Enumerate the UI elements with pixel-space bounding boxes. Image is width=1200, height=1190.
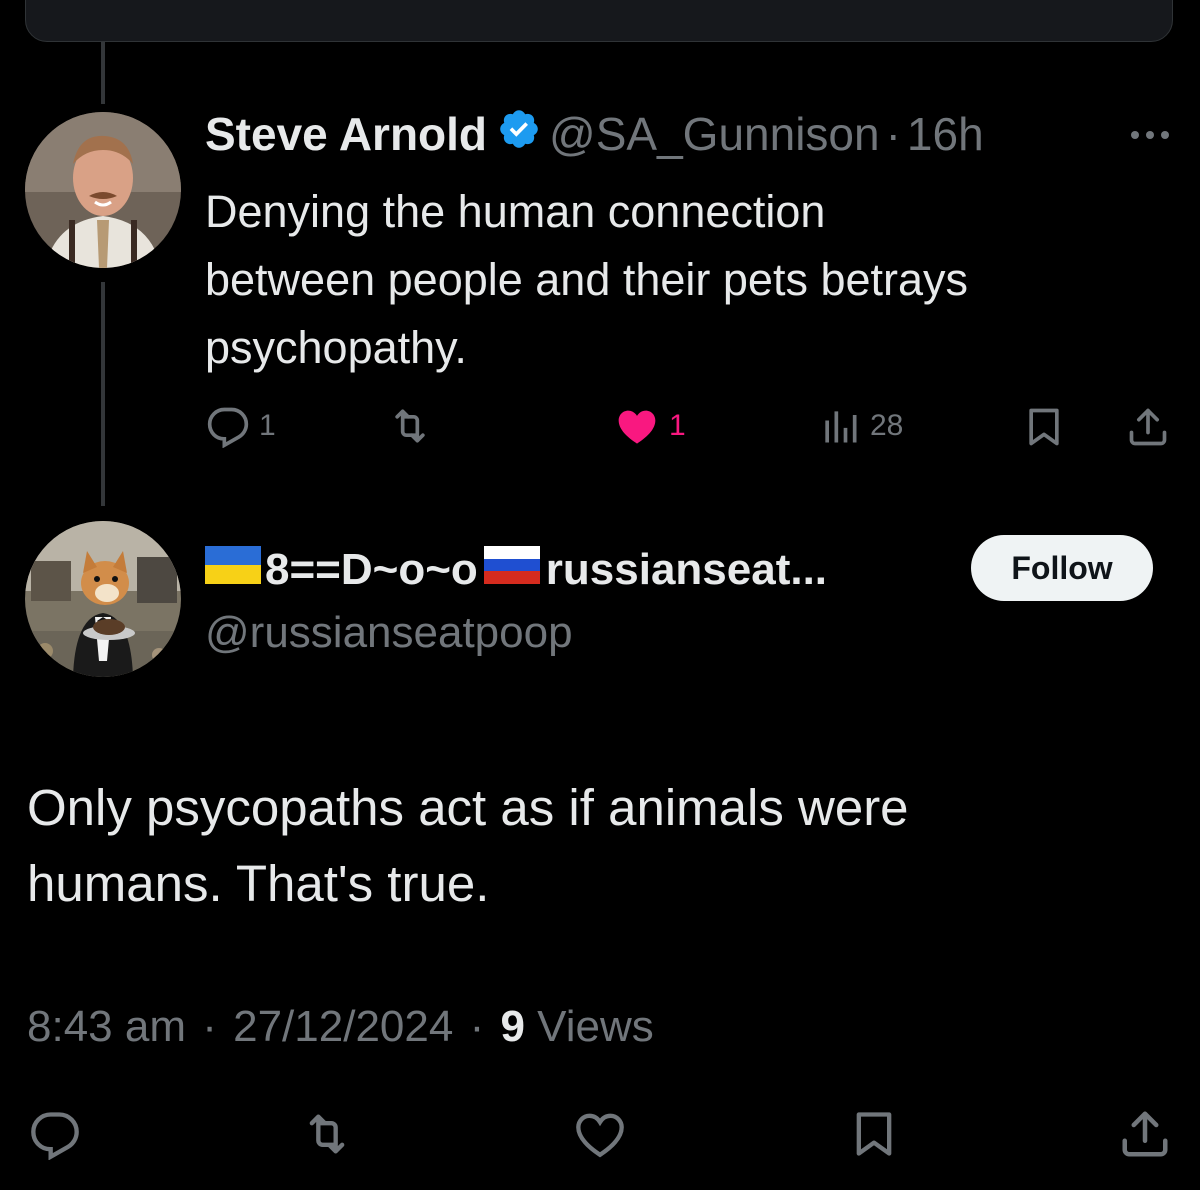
bookmark-icon: [856, 1112, 892, 1156]
reply-button[interactable]: 1: [205, 404, 276, 448]
tweet-time[interactable]: 16h: [907, 107, 984, 161]
reply-icon: [207, 407, 249, 448]
ukraine-flag-icon: [205, 545, 261, 595]
views-icon: [825, 411, 857, 443]
like-button[interactable]: 1: [613, 404, 686, 448]
main-retweet-button[interactable]: [298, 1108, 356, 1160]
like-icon: [576, 1113, 624, 1158]
reply-icon: [31, 1112, 79, 1160]
tweet-time[interactable]: 8:43 am: [27, 1002, 186, 1051]
tweet-date[interactable]: 27/12/2024: [233, 1002, 453, 1051]
views-label: Views: [537, 1002, 654, 1051]
views-count: 28: [870, 409, 904, 442]
thread-line-top: [101, 42, 105, 104]
bookmark-button[interactable]: [1022, 404, 1066, 450]
retweet-icon: [309, 1114, 345, 1154]
share-icon: [1129, 408, 1167, 446]
views-button[interactable]: 28: [818, 404, 903, 448]
main-share-button[interactable]: [1118, 1106, 1172, 1162]
reply-count: 1: [259, 409, 276, 442]
bookmark-icon: [1029, 408, 1059, 446]
avatar-steve-arnold[interactable]: [25, 112, 181, 268]
main-views-count[interactable]: 9: [500, 1002, 524, 1051]
parent-tweet-text: Denying the human connection between peo…: [205, 186, 969, 373]
thread-line-bottom: [101, 282, 105, 506]
previous-tweet-card[interactable]: [25, 0, 1173, 42]
author-handle[interactable]: @SA_Gunnison: [549, 107, 880, 161]
verified-icon: [497, 107, 541, 162]
share-icon: [1122, 1111, 1168, 1157]
main-author-handle[interactable]: @russianseatpoop: [205, 608, 573, 658]
main-bookmark-button[interactable]: [848, 1106, 900, 1162]
like-count: 1: [669, 409, 686, 442]
separator-dot: ·: [885, 108, 901, 160]
meta-dot-2: ·: [469, 1002, 485, 1051]
main-like-button[interactable]: [572, 1108, 628, 1160]
retweet-button[interactable]: [386, 404, 442, 448]
main-tweet-header: 8==D~o~o russianseat...: [205, 540, 827, 600]
main-reply-button[interactable]: [28, 1108, 82, 1160]
more-icon[interactable]: [1128, 128, 1172, 147]
author-name-suffix[interactable]: russianseat...: [546, 545, 827, 595]
like-icon: [618, 410, 656, 444]
tweet-meta: 8:43 am · 27/12/2024 · 9 Views: [27, 1002, 654, 1052]
russia-flag-icon: [483, 545, 540, 595]
share-button[interactable]: [1126, 404, 1170, 450]
main-tweet-text: Only psycopaths act as if animals were h…: [27, 779, 909, 912]
avatar-russianseatpoop[interactable]: [25, 521, 181, 677]
follow-button[interactable]: Follow: [971, 535, 1153, 601]
retweet-icon: [395, 409, 425, 443]
author-name[interactable]: Steve Arnold: [205, 107, 487, 161]
parent-tweet-header: Steve Arnold @SA_Gunnison · 16h: [205, 106, 984, 162]
meta-dot-1: ·: [202, 1002, 217, 1051]
author-name-text[interactable]: 8==D~o~o: [265, 545, 478, 595]
